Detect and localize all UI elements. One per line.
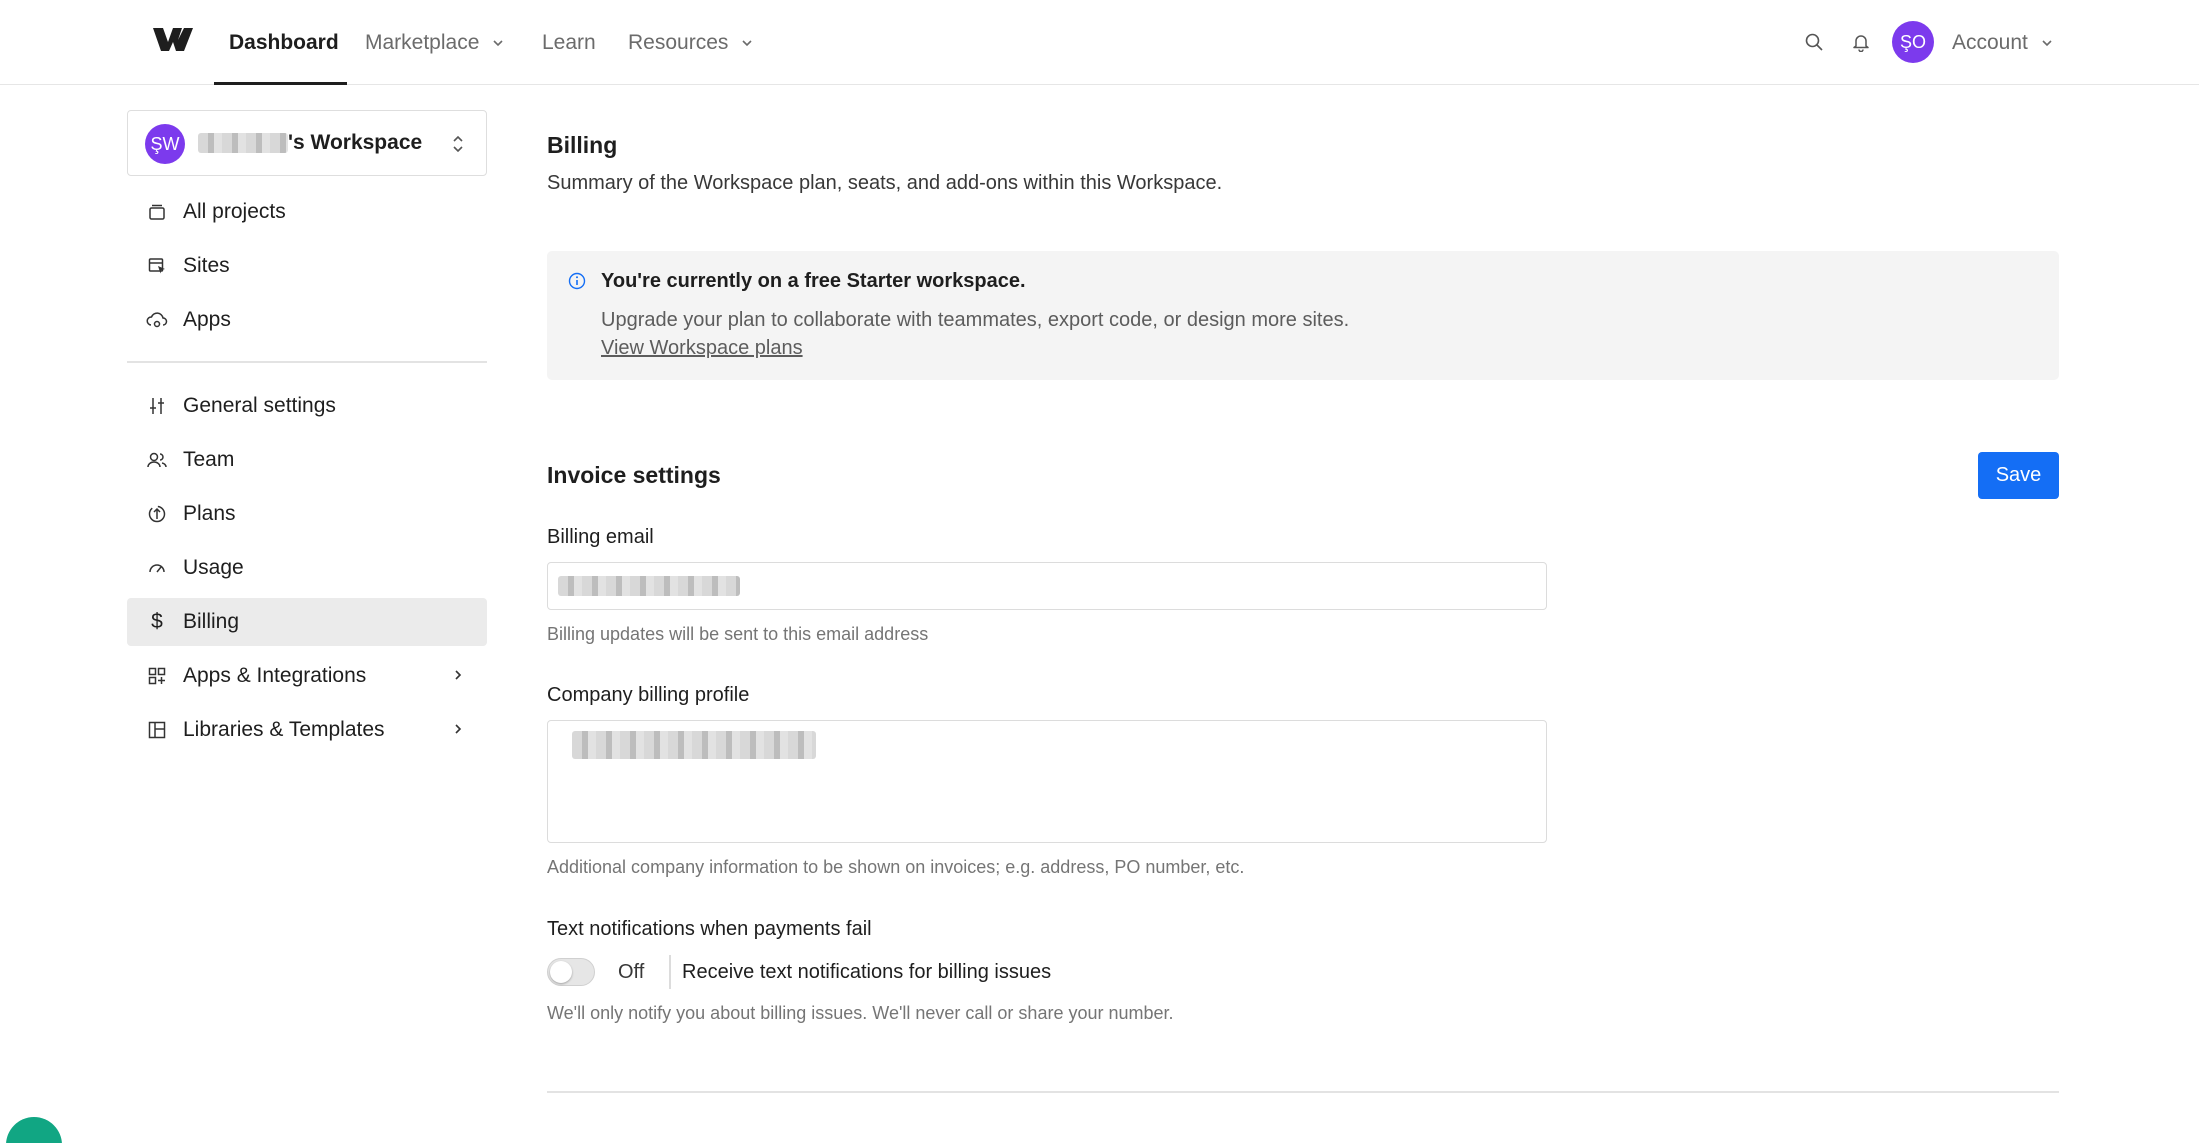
sidebar-item-label: Billing — [183, 610, 240, 633]
workspace-avatar-initials: ŞW — [150, 133, 180, 154]
notifications-hint: We'll only notify you about billing issu… — [547, 1003, 1174, 1023]
workspace-name-suffix: 's Workspace — [288, 131, 423, 154]
workspace-avatar: ŞW — [145, 124, 185, 164]
nav-resources[interactable]: Resources — [628, 0, 754, 85]
sidebar-item-label: Usage — [183, 556, 244, 579]
section-divider — [547, 1091, 2059, 1093]
notice-title: You're currently on a free Starter works… — [601, 270, 1026, 292]
sidebar-item-apps-integrations[interactable]: Apps & Integrations — [127, 652, 487, 700]
toggle-description: Receive text notifications for billing i… — [682, 961, 1052, 983]
redacted-email — [558, 576, 740, 596]
account-label: Account — [1952, 30, 2028, 54]
gauge-icon — [146, 557, 168, 579]
sidebar-item-team[interactable]: Team — [127, 436, 487, 484]
grammarly-icon[interactable] — [6, 1117, 62, 1143]
toggle-state: Off — [618, 961, 645, 983]
cloud-apps-icon — [146, 309, 168, 331]
sidebar-divider — [127, 361, 487, 363]
text-notifications-label: Text notifications when payments fail — [547, 918, 872, 940]
top-navigation: Dashboard Marketplace Learn Resources ŞO… — [0, 0, 2199, 85]
search-button[interactable] — [1800, 28, 1828, 56]
text-notifications-toggle[interactable] — [547, 958, 595, 986]
sidebar-item-label: Plans — [183, 502, 236, 525]
redacted-company-profile — [572, 731, 816, 759]
sidebar-item-general-settings[interactable]: General settings — [127, 382, 487, 430]
account-menu[interactable]: Account — [1952, 0, 2054, 85]
sidebar-item-label: General settings — [183, 394, 336, 417]
sidebar-item-libraries-templates[interactable]: Libraries & Templates — [127, 706, 487, 754]
user-avatar[interactable]: ŞO — [1892, 21, 1934, 63]
sidebar-item-label: Apps — [183, 308, 231, 331]
user-avatar-initials: ŞO — [1899, 31, 1926, 52]
chevron-right-icon — [455, 670, 462, 680]
sites-icon — [146, 255, 168, 277]
search-icon — [1805, 33, 1823, 51]
team-icon — [146, 449, 168, 471]
nav-learn[interactable]: Learn — [542, 0, 596, 85]
folder-icon — [146, 201, 168, 223]
page-subtitle: Summary of the Workspace plan, seats, an… — [547, 172, 1223, 194]
plans-icon — [146, 503, 168, 525]
invoice-settings-heading: Invoice settings — [547, 462, 721, 488]
nav-marketplace[interactable]: Marketplace — [365, 0, 505, 85]
billing-email-field[interactable] — [547, 562, 1547, 610]
info-icon — [568, 272, 586, 290]
sidebar-item-label: Apps & Integrations — [183, 664, 367, 687]
company-billing-profile-label: Company billing profile — [547, 684, 750, 706]
chevron-down-icon — [2042, 39, 2052, 46]
sidebar-item-plans[interactable]: Plans — [127, 490, 487, 538]
sidebar-item-sites[interactable]: Sites — [127, 242, 487, 290]
sidebar-item-all-projects[interactable]: All projects — [127, 188, 487, 236]
notice-text: Upgrade your plan to collaborate with te… — [601, 309, 1350, 331]
sidebar-item-label: All projects — [183, 200, 286, 223]
toggle-knob — [550, 961, 572, 983]
starter-plan-notice: You're currently on a free Starter works… — [547, 251, 2059, 380]
chevron-up-down-icon — [453, 135, 463, 153]
bell-icon — [1853, 35, 1869, 52]
webflow-logo-icon[interactable] — [151, 24, 195, 54]
notifications-button[interactable] — [1847, 28, 1875, 56]
workspace-name: 's Workspace — [198, 131, 422, 155]
nav-resources-label: Resources — [628, 30, 729, 54]
billing-email-label: Billing email — [547, 526, 654, 548]
page-title: Billing — [547, 132, 618, 158]
sidebar-item-label: Team — [183, 448, 235, 471]
company-billing-profile-field[interactable] — [547, 720, 1547, 843]
active-tab-indicator — [214, 82, 347, 85]
redacted-name — [198, 133, 288, 154]
toggle-separator — [669, 955, 671, 989]
workspace-switcher[interactable]: ŞW 's Workspace — [127, 110, 487, 176]
sidebar-item-billing[interactable]: $ Billing — [127, 598, 487, 646]
dollar-icon: $ — [151, 610, 163, 633]
sidebar-item-apps[interactable]: Apps — [127, 296, 487, 344]
grid-plus-icon — [146, 665, 168, 687]
nav-dashboard-label: Dashboard — [229, 30, 339, 54]
sidebar-item-label: Libraries & Templates — [183, 718, 385, 741]
layout-icon — [146, 719, 168, 741]
chevron-right-icon — [455, 724, 462, 734]
chevron-down-icon — [742, 39, 752, 46]
save-button[interactable]: Save — [1978, 452, 2059, 499]
company-billing-profile-hint: Additional company information to be sho… — [547, 857, 1245, 877]
billing-email-hint: Billing updates will be sent to this ema… — [547, 624, 929, 644]
nav-dashboard[interactable]: Dashboard — [229, 0, 339, 85]
sidebar-item-label: Sites — [183, 254, 230, 277]
sliders-icon — [146, 395, 168, 417]
nav-marketplace-label: Marketplace — [365, 30, 480, 54]
chevron-down-icon — [493, 39, 503, 46]
nav-learn-label: Learn — [542, 30, 596, 54]
sidebar-item-usage[interactable]: Usage — [127, 544, 487, 592]
view-workspace-plans-link[interactable]: View Workspace plans — [601, 337, 803, 360]
